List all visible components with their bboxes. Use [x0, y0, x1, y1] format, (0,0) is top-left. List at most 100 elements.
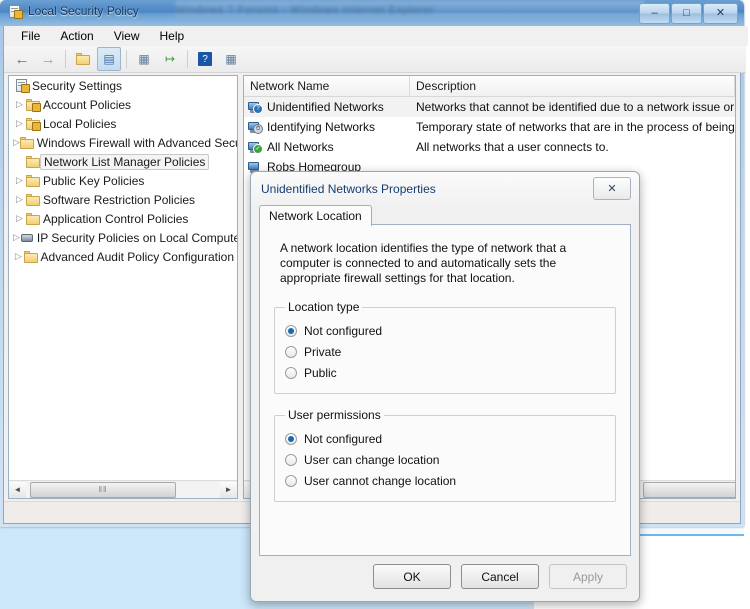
sidebar-item-label: Account Policies	[43, 97, 132, 112]
radio-button-icon[interactable]	[285, 324, 297, 337]
dialog-tabstrip: Network Location	[259, 205, 372, 226]
menu-view[interactable]: View	[105, 27, 149, 45]
apply-button: Apply	[549, 564, 627, 589]
menu-bar: File Action View Help	[4, 26, 748, 46]
menu-file[interactable]: File	[12, 27, 49, 45]
column-header-description[interactable]: Description	[410, 76, 735, 96]
radio-button-icon[interactable]	[285, 453, 297, 466]
scroll-right-arrow-icon[interactable]: ►	[220, 481, 237, 498]
location-type-group: Location type Not configured Private Pub…	[274, 300, 616, 394]
properties-icon[interactable]: ▦	[132, 47, 156, 71]
dialog-title-bar[interactable]: Unidentified Networks Properties ✕	[251, 172, 639, 205]
list-row-description-cell: Temporary state of networks that are in …	[410, 120, 735, 134]
unidentified-networks-properties-dialog: Unidentified Networks Properties ✕ Netwo…	[250, 171, 640, 602]
chevron-right-icon[interactable]: ▷	[13, 213, 26, 224]
dialog-tab-panel: A network location identifies the type o…	[259, 224, 631, 556]
view-pane-icon[interactable]: ▦	[219, 47, 243, 71]
list-row-name: Identifying Networks	[267, 120, 376, 134]
folder-icon	[26, 193, 40, 206]
chevron-right-icon[interactable]: ▷	[13, 232, 20, 243]
tree-scroll-track[interactable]: ‖‖	[26, 481, 220, 498]
background-right-edge	[744, 0, 750, 609]
radio-button-icon[interactable]	[285, 474, 297, 487]
list-row-name: All Networks	[267, 140, 334, 154]
sidebar-item-software-restriction-policies[interactable]: ▷ Software Restriction Policies	[9, 190, 237, 209]
sidebar-item-label: Software Restriction Policies	[43, 192, 196, 207]
radio-button-icon[interactable]	[285, 345, 297, 358]
dialog-close-button[interactable]: ✕	[593, 177, 631, 200]
up-folder-icon[interactable]	[71, 47, 95, 71]
list-column-header: Network Name Description	[244, 76, 735, 97]
sidebar-item-windows-firewall[interactable]: ▷ Windows Firewall with Advanced Securit…	[9, 133, 237, 152]
chevron-right-icon[interactable]: ▷	[13, 137, 20, 148]
dialog-description: A network location identifies the type o…	[280, 241, 567, 285]
sidebar-item-account-policies[interactable]: ▷ Account Policies	[9, 95, 237, 114]
forward-icon[interactable]: →	[36, 47, 60, 71]
tree-scroll-thumb[interactable]: ‖‖	[30, 481, 176, 498]
sidebar-item-application-control-policies[interactable]: ▷ Application Control Policies	[9, 209, 237, 228]
radio-label: User can change location	[304, 452, 440, 467]
radio-permissions-user-cannot-change[interactable]: User cannot change location	[285, 470, 605, 491]
list-row-name-cell: ? Unidentified Networks	[244, 100, 410, 114]
back-icon[interactable]: ←	[10, 47, 34, 71]
toolbar-separator	[65, 50, 66, 68]
export-list-icon[interactable]: ↦	[158, 47, 182, 71]
dialog-title: Unidentified Networks Properties	[261, 181, 436, 196]
maximize-button[interactable]: □	[671, 3, 702, 24]
table-row[interactable]: ⏱ Identifying Networks Temporary state o…	[244, 117, 735, 137]
sidebar-item-network-list-manager-policies[interactable]: Network List Manager Policies	[9, 152, 237, 171]
list-row-name: Unidentified Networks	[267, 100, 384, 114]
chevron-right-icon[interactable]: ▷	[13, 175, 26, 186]
folder-glyph	[76, 53, 90, 65]
chevron-right-icon[interactable]: ▷	[13, 194, 26, 205]
help-icon[interactable]: ?	[193, 47, 217, 71]
ok-button[interactable]: OK	[373, 564, 451, 589]
table-row[interactable]: ✓ All Networks All networks that a user …	[244, 137, 735, 157]
security-settings-icon	[15, 79, 30, 93]
sidebar-item-local-policies[interactable]: ▷ Local Policies	[9, 114, 237, 133]
dialog-button-row: OK Cancel Apply	[373, 564, 627, 589]
list-scroll-thumb[interactable]	[643, 481, 735, 498]
tree-scroll-area: Security Settings ▷ Account Policies ▷ L…	[9, 76, 237, 479]
title-bar-left: Local Security Policy	[8, 4, 139, 19]
show-tree-icon[interactable]: ▤	[97, 47, 121, 71]
sidebar-item-ip-security-policies[interactable]: ▷ IP Security Policies on Local Computer	[9, 228, 237, 247]
tree-horizontal-scrollbar[interactable]: ◄ ‖‖ ►	[9, 480, 237, 498]
menu-help[interactable]: Help	[151, 27, 194, 45]
sidebar-item-advanced-audit-policy-configuration[interactable]: ▷ Advanced Audit Policy Configuration	[9, 247, 237, 266]
minimize-button[interactable]: –	[639, 3, 670, 24]
tab-network-location[interactable]: Network Location	[259, 205, 372, 226]
radio-location-public[interactable]: Public	[285, 362, 605, 383]
list-row-name-cell: ⏱ Identifying Networks	[244, 120, 410, 134]
radio-location-not-configured[interactable]: Not configured	[285, 320, 605, 341]
close-button[interactable]: ✕	[703, 3, 738, 24]
column-header-network-name[interactable]: Network Name	[244, 76, 410, 96]
menu-action[interactable]: Action	[51, 27, 102, 45]
chevron-right-icon[interactable]: ▷	[13, 99, 26, 110]
radio-permissions-not-configured[interactable]: Not configured	[285, 428, 605, 449]
radio-label: Not configured	[304, 431, 383, 446]
title-bar[interactable]: Windows 7 Forums - Windows Internet Expl…	[0, 0, 744, 26]
radio-button-icon[interactable]	[285, 366, 297, 379]
radio-location-private[interactable]: Private	[285, 341, 605, 362]
user-permissions-group: User permissions Not configured User can…	[274, 408, 616, 502]
tree-root-label: Security Settings	[32, 78, 123, 93]
tree-pane: Security Settings ▷ Account Policies ▷ L…	[8, 75, 238, 499]
list-row-description: Temporary state of networks that are in …	[416, 120, 735, 134]
sidebar-item-label: Application Control Policies	[43, 211, 189, 226]
tree-root-security-settings[interactable]: Security Settings	[9, 76, 237, 95]
chevron-right-icon[interactable]: ▷	[13, 118, 26, 129]
folder-icon	[26, 174, 40, 187]
radio-permissions-user-can-change[interactable]: User can change location	[285, 449, 605, 470]
radio-label: User cannot change location	[304, 473, 457, 488]
list-row-description: All networks that a user connects to.	[416, 140, 609, 154]
toolbar-separator	[187, 50, 188, 68]
cancel-button[interactable]: Cancel	[461, 564, 539, 589]
chevron-right-icon[interactable]: ▷	[13, 251, 24, 262]
toolbar-separator	[126, 50, 127, 68]
radio-button-icon[interactable]	[285, 432, 297, 445]
scroll-left-arrow-icon[interactable]: ◄	[9, 481, 26, 498]
table-row[interactable]: ? Unidentified Networks Networks that ca…	[244, 97, 735, 117]
radio-label: Private	[304, 344, 342, 359]
sidebar-item-public-key-policies[interactable]: ▷ Public Key Policies	[9, 171, 237, 190]
